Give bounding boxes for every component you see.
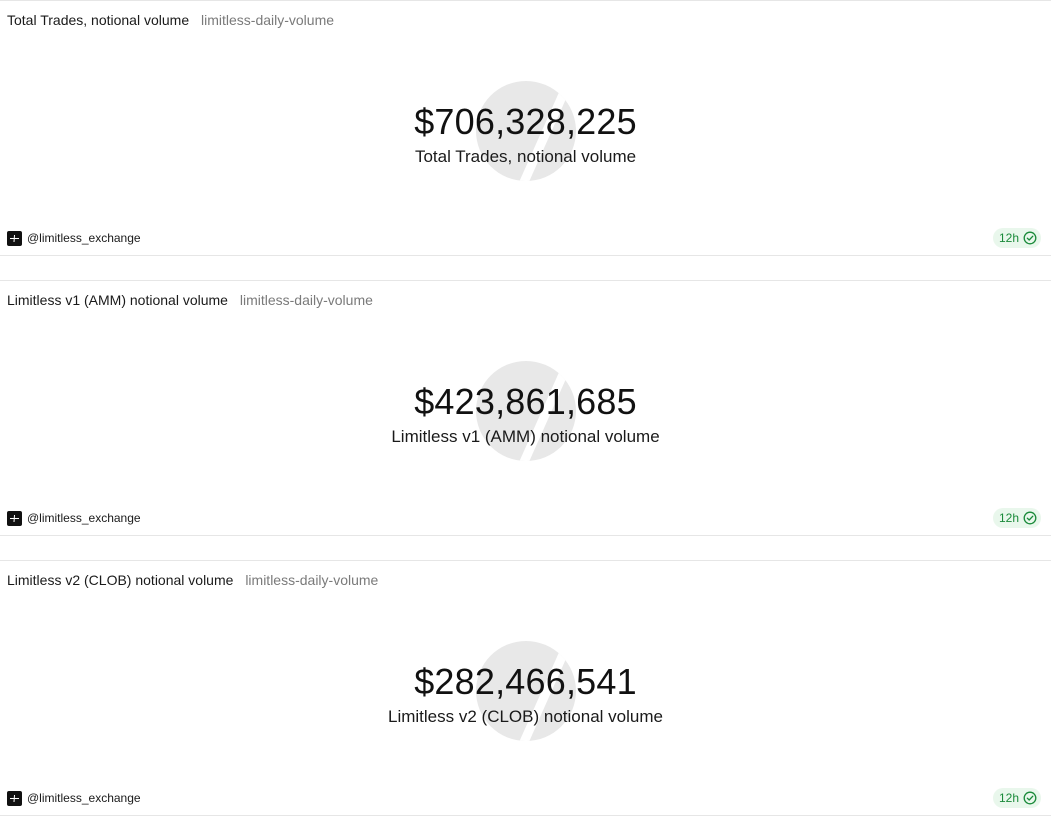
metric-value: $423,861,685: [414, 381, 637, 422]
limitless-logo-icon: [7, 230, 22, 246]
card-header: Total Trades, notional volume limitless-…: [7, 12, 334, 28]
metric-label: Limitless v1 (AMM) notional volume: [391, 427, 660, 446]
author-link[interactable]: @limitless_exchange: [7, 229, 141, 247]
card-body: $282,466,541 Limitless v2 (CLOB) notiona…: [0, 641, 1051, 745]
metric-value: $706,328,225: [414, 101, 637, 142]
metric-label: Limitless v2 (CLOB) notional volume: [388, 707, 663, 726]
author-name[interactable]: @limitless_exchange: [27, 511, 141, 525]
query-name-link[interactable]: limitless-daily-volume: [240, 292, 373, 308]
refresh-interval: 12h: [998, 791, 1019, 805]
query-name-link[interactable]: limitless-daily-volume: [245, 572, 378, 588]
counter-card: Limitless v1 (AMM) notional volume limit…: [0, 280, 1051, 536]
refresh-interval: 12h: [998, 231, 1019, 245]
card-title[interactable]: Limitless v2 (CLOB) notional volume: [7, 572, 233, 588]
card-body: $423,861,685 Limitless v1 (AMM) notional…: [0, 361, 1051, 465]
check-circle-icon: [1023, 511, 1037, 525]
author-link[interactable]: @limitless_exchange: [7, 789, 141, 807]
refresh-badge[interactable]: 12h: [992, 788, 1041, 808]
author-link[interactable]: @limitless_exchange: [7, 509, 141, 527]
card-body: $706,328,225 Total Trades, notional volu…: [0, 81, 1051, 185]
card-header: Limitless v1 (AMM) notional volume limit…: [7, 292, 373, 308]
card-title[interactable]: Total Trades, notional volume: [7, 12, 189, 28]
author-name[interactable]: @limitless_exchange: [27, 231, 141, 245]
check-circle-icon: [1023, 231, 1037, 245]
card-header: Limitless v2 (CLOB) notional volume limi…: [7, 572, 378, 588]
query-name-link[interactable]: limitless-daily-volume: [201, 12, 334, 28]
refresh-badge[interactable]: 12h: [992, 228, 1041, 248]
refresh-interval: 12h: [998, 511, 1019, 525]
limitless-logo-icon: [7, 790, 22, 806]
counter-card: Total Trades, notional volume limitless-…: [0, 0, 1051, 256]
refresh-badge[interactable]: 12h: [992, 508, 1041, 528]
card-title[interactable]: Limitless v1 (AMM) notional volume: [7, 292, 228, 308]
metric-value: $282,466,541: [414, 661, 637, 702]
counter-card: Limitless v2 (CLOB) notional volume limi…: [0, 560, 1051, 816]
limitless-logo-icon: [7, 510, 22, 526]
author-name[interactable]: @limitless_exchange: [27, 791, 141, 805]
check-circle-icon: [1023, 791, 1037, 805]
metric-label: Total Trades, notional volume: [414, 147, 637, 166]
